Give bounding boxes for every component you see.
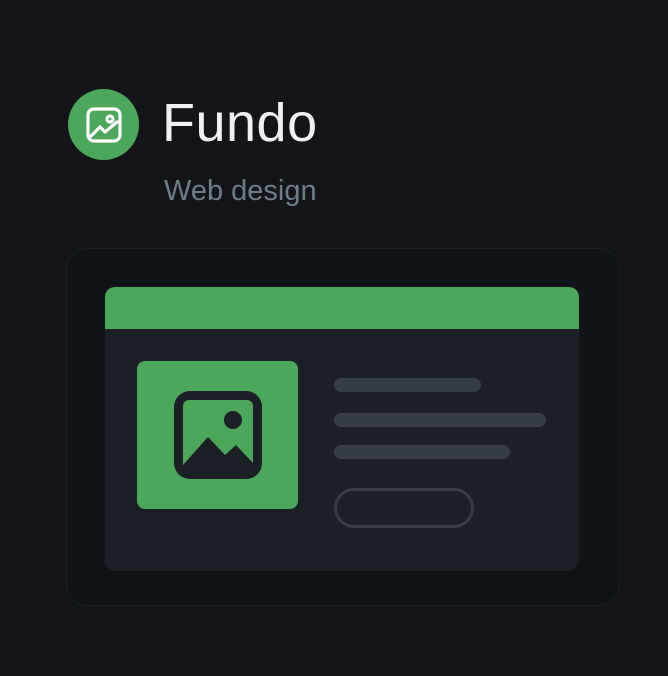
text-placeholder-1 xyxy=(334,378,481,392)
mockup-image xyxy=(137,361,298,509)
button-placeholder xyxy=(334,488,474,528)
mockup-header-bar xyxy=(105,287,579,329)
logo xyxy=(68,89,139,160)
image-icon xyxy=(85,106,122,143)
text-placeholder-3 xyxy=(334,445,510,459)
image-mountain-icon xyxy=(173,391,262,479)
app-title: Fundo xyxy=(162,93,318,153)
app-subtitle: Web design xyxy=(164,175,317,207)
text-placeholder-2 xyxy=(334,413,546,427)
website-mockup xyxy=(105,287,579,571)
